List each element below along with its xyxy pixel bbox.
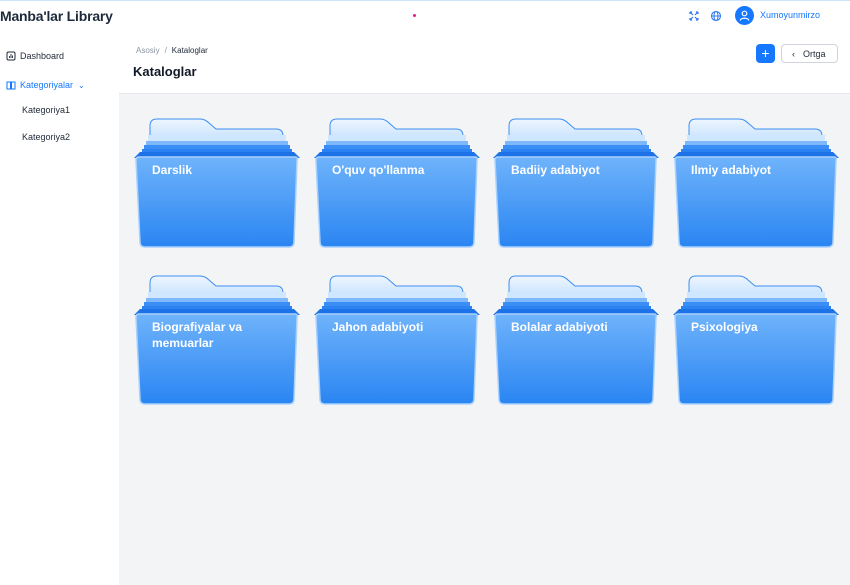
sidebar-subitem-kategoriya2[interactable]: Kategoriya2	[22, 132, 70, 142]
catalog-folder[interactable]: Darslik	[134, 106, 300, 251]
catalog-folder[interactable]: Ilmiy adabiyot	[673, 106, 839, 251]
globe-icon[interactable]	[710, 10, 722, 22]
catalog-folder[interactable]: Psixologiya	[673, 263, 839, 408]
back-button[interactable]: ‹ Ortga	[781, 44, 838, 63]
user-avatar[interactable]	[735, 6, 754, 25]
folder-icon	[673, 275, 839, 405]
fullscreen-icon[interactable]	[688, 10, 700, 22]
catalog-folder[interactable]: Bolalar adabiyoti	[493, 263, 659, 408]
sidebar-item-kategoriyalar[interactable]: Kategoriyalar ⌄	[0, 75, 85, 95]
catalog-folder-label: Biografiyalar va memuarlar	[152, 320, 243, 350]
add-button[interactable]: +	[756, 44, 775, 63]
catalog-folder-label: Ilmiy adabiyot	[691, 163, 772, 177]
app-logo[interactable]: Manba'lar Library	[0, 8, 113, 24]
breadcrumb-current: Kataloglar	[171, 46, 208, 55]
catalog-folder-label: Badiiy adabiyot	[511, 163, 600, 177]
sidebar-item-label: Kategoriyalar	[20, 80, 74, 90]
user-icon	[739, 10, 750, 21]
catalog-folder[interactable]: Badiiy adabiyot	[493, 106, 659, 251]
catalog-folder[interactable]: Biografiyalar va memuarlar	[134, 263, 300, 408]
catalog-folder-label: Bolalar adabiyoti	[511, 320, 608, 334]
folder-icon	[493, 118, 659, 248]
main-content: Asosiy / Kataloglar Kataloglar + ‹ Ortga D…	[119, 30, 850, 585]
username[interactable]: Xumoyunmirzo	[760, 10, 820, 20]
page-header: Asosiy / Kataloglar Kataloglar + ‹ Ortga	[119, 30, 850, 94]
page-title: Kataloglar	[133, 64, 197, 79]
dashboard-icon	[6, 51, 16, 61]
top-bar: Manba'lar Library Xumoyunmirzo	[0, 0, 850, 30]
chevron-down-icon: ⌄	[78, 80, 85, 90]
folder-icon	[314, 118, 480, 248]
sidebar-subitem-kategoriya1[interactable]: Kategoriya1	[22, 105, 70, 115]
catalog-folder[interactable]: O'quv qo'llanma	[314, 106, 480, 251]
folder-icon	[673, 118, 839, 248]
catalog-folder-label: Psixologiya	[691, 320, 758, 334]
folder-icon	[314, 275, 480, 405]
catalog-folder-label: O'quv qo'llanma	[332, 163, 425, 177]
folder-icon	[134, 118, 300, 248]
breadcrumb-home[interactable]: Asosiy	[136, 46, 160, 55]
catalog-folder[interactable]: Jahon adabiyoti	[314, 263, 480, 408]
folder-icon	[493, 275, 659, 405]
catalog-folder-label: Darslik	[152, 163, 193, 177]
catalog-folder-label: Jahon adabiyoti	[332, 320, 424, 334]
sidebar-item-label: Dashboard	[20, 51, 65, 61]
back-button-label: Ortga	[803, 48, 826, 59]
sidebar: Dashboard Kategoriyalar ⌄ Kategoriya1 Ka…	[0, 30, 119, 585]
chevron-left-icon: ‹	[792, 48, 795, 59]
notification-dot	[413, 14, 416, 17]
book-icon	[6, 81, 16, 90]
breadcrumb: Asosiy / Kataloglar	[136, 46, 208, 55]
sidebar-item-dashboard[interactable]: Dashboard	[0, 46, 64, 66]
